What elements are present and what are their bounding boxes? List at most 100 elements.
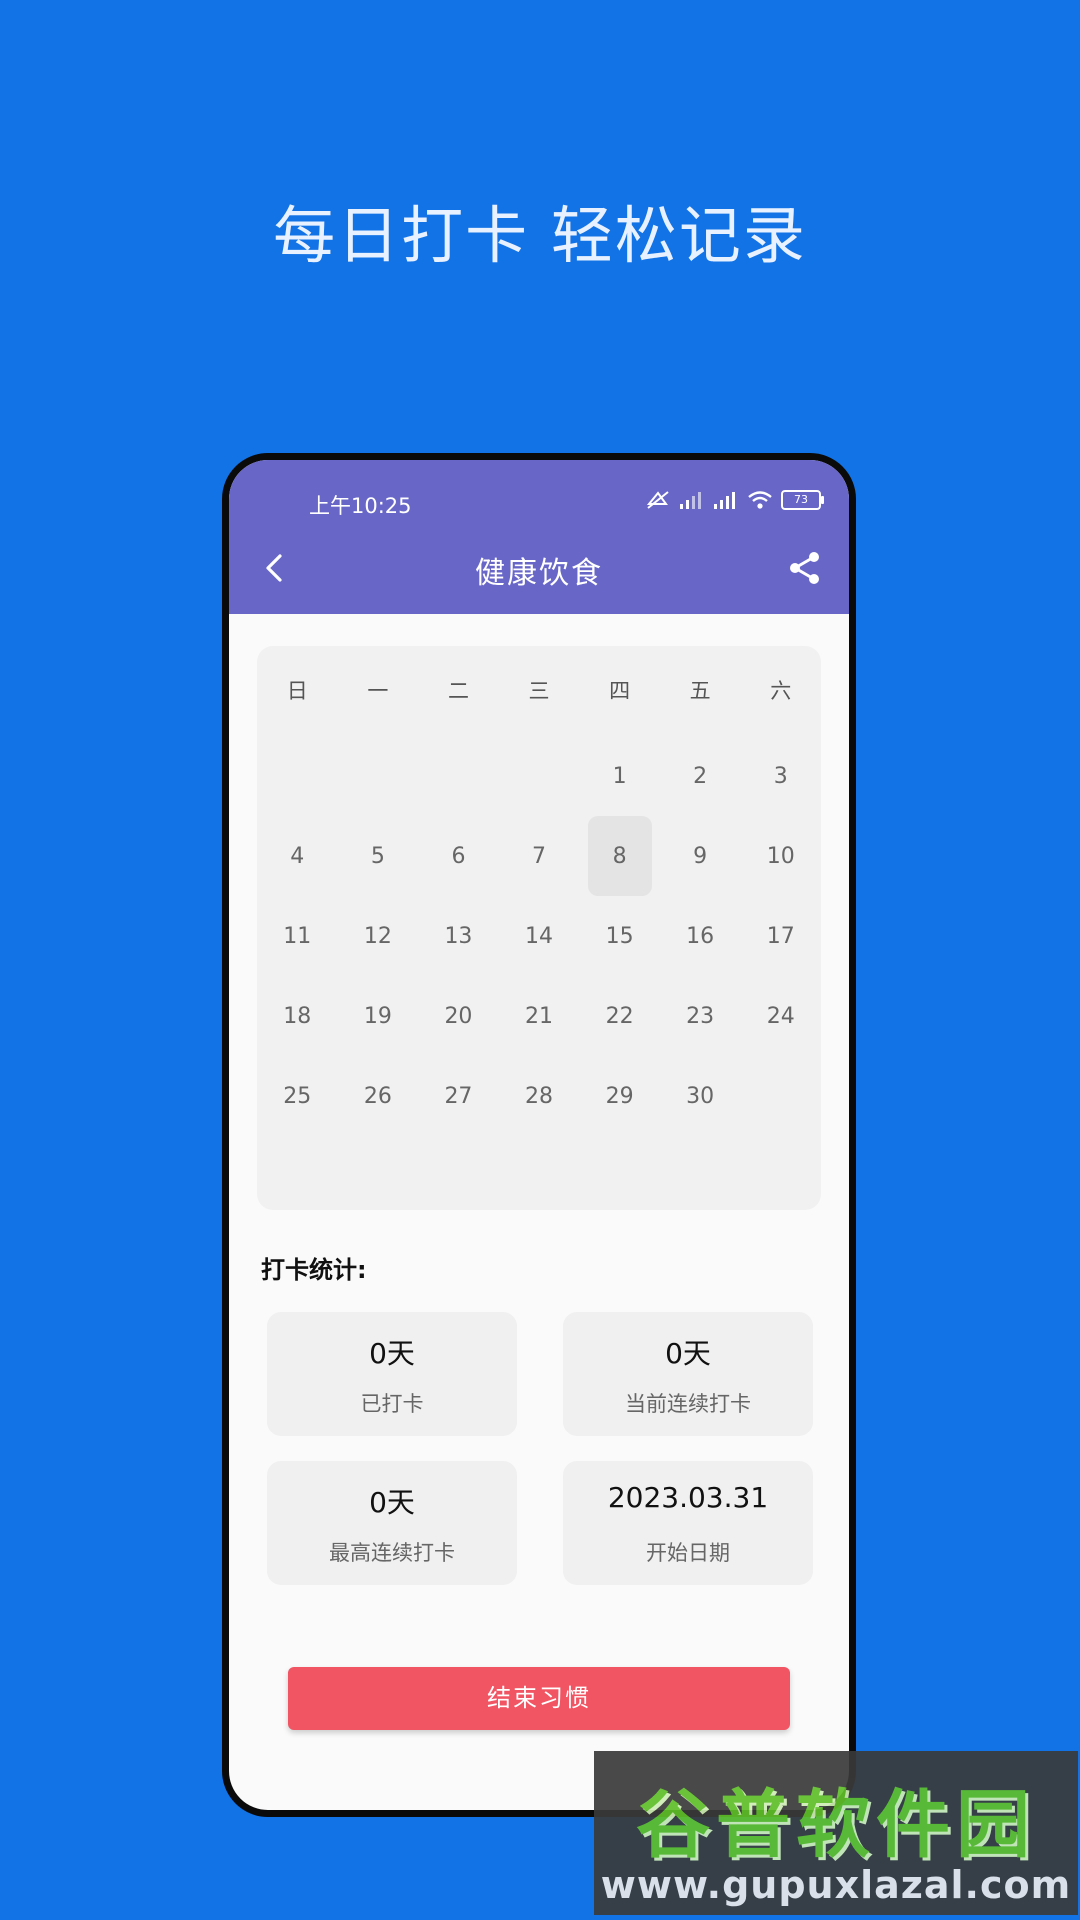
- app-header: 上午10:25 73 健康饮食: [229, 460, 849, 614]
- calendar-day-today[interactable]: 8: [579, 816, 660, 896]
- calendar-day[interactable]: 17: [740, 896, 821, 976]
- page-title: 健康饮食: [475, 556, 603, 591]
- calendar-day-empty: [499, 736, 580, 816]
- calendar-day[interactable]: 7: [499, 816, 580, 896]
- calendar-day[interactable]: 20: [418, 976, 499, 1056]
- weekday-label: 二: [447, 679, 469, 703]
- stats-title: 打卡统计:: [261, 1256, 367, 1284]
- stat-card-current-streak: 0天 当前连续打卡: [563, 1312, 813, 1436]
- calendar-day[interactable]: 27: [418, 1056, 499, 1136]
- calendar-day[interactable]: 30: [660, 1056, 741, 1136]
- calendar-day[interactable]: 5: [338, 816, 419, 896]
- calendar-day[interactable]: 21: [499, 976, 580, 1056]
- weekday-label: 四: [609, 679, 631, 703]
- calendar-day[interactable]: 14: [499, 896, 580, 976]
- calendar-day[interactable]: 6: [418, 816, 499, 896]
- calendar-day-label: 23: [686, 1003, 715, 1029]
- calendar-day-label: 9: [693, 843, 708, 869]
- calendar-day[interactable]: 18: [257, 976, 338, 1056]
- calendar-day-empty: [257, 736, 338, 816]
- stat-label: 开始日期: [646, 1541, 730, 1565]
- stat-label: 已打卡: [360, 1392, 424, 1416]
- calendar-week-row: 25 26 27 28 29 30: [257, 1056, 821, 1136]
- mute-icon: [646, 491, 669, 509]
- calendar-day[interactable]: 23: [660, 976, 741, 1056]
- calendar: 日 一 二 三 四 五 六 1 2 3 4 5 6 7 8 9 10 11 12 13 14 15 16 17 1…: [257, 646, 821, 1210]
- signal-hd-icon: [714, 492, 735, 509]
- calendar-day[interactable]: 19: [338, 976, 419, 1056]
- status-time: 上午10:25: [309, 494, 412, 518]
- calendar-week-row: 11 12 13 14 15 16 17: [257, 896, 821, 976]
- weekday-label: 一: [367, 679, 389, 703]
- calendar-day[interactable]: 16: [660, 896, 741, 976]
- calendar-day-label: 6: [451, 843, 466, 869]
- battery-icon: 73: [781, 490, 824, 510]
- watermark: 谷普软件园 www.gupuxlazal.com: [594, 1751, 1078, 1915]
- calendar-week-row: 1 2 3: [257, 736, 821, 816]
- calendar-day-label: 12: [363, 923, 392, 949]
- calendar-day-label: 17: [766, 923, 795, 949]
- calendar-day[interactable]: 11: [257, 896, 338, 976]
- weekday-label: 六: [770, 679, 792, 703]
- calendar-day[interactable]: 9: [660, 816, 741, 896]
- calendar-day-label: 16: [686, 923, 715, 949]
- share-icon[interactable]: [785, 548, 825, 588]
- calendar-day-label: 14: [525, 923, 554, 949]
- calendar-day-label: 13: [444, 923, 473, 949]
- calendar-day[interactable]: 2: [660, 736, 741, 816]
- calendar-day-empty: [338, 736, 419, 816]
- weekday-label: 日: [286, 679, 308, 703]
- calendar-day[interactable]: 15: [579, 896, 660, 976]
- stat-label: 当前连续打卡: [625, 1392, 751, 1416]
- calendar-day-label: 22: [605, 1003, 634, 1029]
- stat-card-checked-in: 0天 已打卡: [267, 1312, 517, 1436]
- calendar-day-label: 18: [283, 1003, 312, 1029]
- calendar-day[interactable]: 13: [418, 896, 499, 976]
- calendar-day-label: 11: [283, 923, 312, 949]
- calendar-day[interactable]: 12: [338, 896, 419, 976]
- signal-icon: [680, 492, 701, 509]
- calendar-day[interactable]: 28: [499, 1056, 580, 1136]
- calendar-day[interactable]: 1: [579, 736, 660, 816]
- calendar-day-label: 10: [766, 843, 795, 869]
- calendar-day[interactable]: 4: [257, 816, 338, 896]
- watermark-logo: 谷普软件园: [636, 1782, 1036, 1868]
- calendar-day-label: 20: [444, 1003, 473, 1029]
- headline: 每日打卡 轻松记录: [273, 199, 807, 272]
- calendar-day[interactable]: 26: [338, 1056, 419, 1136]
- calendar-day-label: 5: [370, 843, 385, 869]
- calendar-day-label: 29: [605, 1083, 634, 1109]
- calendar-day-label: 26: [363, 1083, 392, 1109]
- stat-card-start-date: 2023.03.31 开始日期: [563, 1461, 813, 1585]
- calendar-day[interactable]: 24: [740, 976, 821, 1056]
- calendar-day-label: 2: [693, 763, 708, 789]
- calendar-week-row: 18 19 20 21 22 23 24: [257, 976, 821, 1056]
- calendar-day-label: 1: [612, 763, 627, 789]
- calendar-grid: 1 2 3 4 5 6 7 8 9 10 11 12 13 14 15 16 17 18 19 20 21 22 23 24 2…: [257, 736, 821, 1136]
- calendar-day[interactable]: 22: [579, 976, 660, 1056]
- calendar-day-label: 15: [605, 923, 634, 949]
- stat-value: 0天: [369, 1486, 415, 1519]
- calendar-day[interactable]: 29: [579, 1056, 660, 1136]
- weekday-header: 日 一 二 三 四 五 六: [257, 646, 821, 736]
- calendar-day[interactable]: 10: [740, 816, 821, 896]
- stat-card-best-streak: 0天 最高连续打卡: [267, 1461, 517, 1585]
- watermark-url: www.gupuxlazal.com: [600, 1863, 1072, 1907]
- calendar-day-label: 28: [525, 1083, 554, 1109]
- weekday-label: 五: [689, 679, 711, 703]
- calendar-day[interactable]: 3: [740, 736, 821, 816]
- calendar-day-label: 19: [363, 1003, 392, 1029]
- weekday-label: 三: [528, 679, 550, 703]
- calendar-day-label: 27: [444, 1083, 473, 1109]
- calendar-day-label: 30: [686, 1083, 715, 1109]
- calendar-day[interactable]: 25: [257, 1056, 338, 1136]
- calendar-day-label: 3: [773, 763, 788, 789]
- end-habit-button[interactable]: 结束习惯: [288, 1667, 790, 1730]
- stat-value: 0天: [665, 1337, 711, 1370]
- stat-label: 最高连续打卡: [329, 1541, 455, 1565]
- stat-value: 0天: [369, 1337, 415, 1370]
- wifi-icon: [748, 491, 772, 509]
- stat-value: 2023.03.31: [607, 1481, 769, 1514]
- calendar-week-row: 4 5 6 7 8 9 10: [257, 816, 821, 896]
- calendar-day-empty: [740, 1056, 821, 1136]
